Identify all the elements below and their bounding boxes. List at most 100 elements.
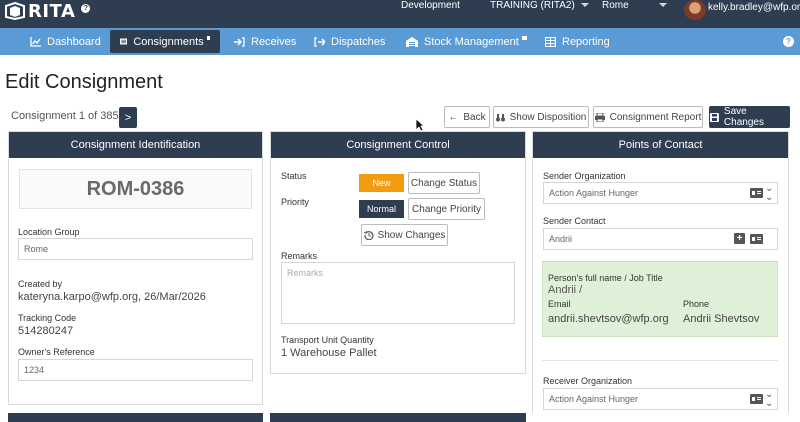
double-chevron-down-icon[interactable]: ⌄ ⌄	[765, 184, 773, 203]
rita-logo[interactable]: RITA ?	[4, 0, 91, 22]
sender-contact-value: Andrii	[549, 234, 573, 244]
receiver-org-value: Action Against Hunger	[549, 394, 639, 404]
page-title: Edit Consignment	[5, 71, 163, 93]
consignment-report-label: Consignment Report	[609, 111, 702, 123]
priority-badge: Normal	[359, 200, 404, 218]
tracking-code-value: 514280247	[18, 325, 74, 337]
contact-card-icon[interactable]	[750, 234, 763, 244]
email-label: Email	[548, 299, 571, 309]
back-button[interactable]: ← Back	[444, 106, 490, 128]
table-icon	[545, 36, 556, 47]
logo-mark-icon	[5, 2, 25, 20]
location-group-label: Location Group	[18, 227, 80, 237]
sender-contact-label: Sender Contact	[543, 216, 606, 226]
nav-reporting[interactable]: Reporting	[535, 30, 620, 53]
lower-panel-header	[270, 413, 526, 422]
help-icon[interactable]: ?	[81, 3, 91, 13]
save-icon	[710, 112, 719, 122]
status-badge: New	[359, 174, 404, 192]
save-changes-button[interactable]: Save Changes	[709, 106, 790, 128]
sender-org-value: Action Against Hunger	[549, 188, 639, 198]
divider	[542, 360, 778, 361]
nav-reporting-label: Reporting	[562, 35, 610, 48]
double-chevron-down-icon[interactable]: ⌄ ⌄	[765, 390, 773, 409]
consignment-report-button[interactable]: Consignment Report	[593, 106, 703, 128]
contact-card-icon[interactable]	[750, 394, 763, 404]
tracking-code-label: Tracking Code	[18, 313, 77, 323]
logo-text: RITA	[28, 0, 76, 22]
lower-panel-header	[8, 413, 263, 422]
nav-consignments[interactable]: Consignments	[110, 30, 220, 53]
remarks-textarea[interactable]: Remarks	[281, 262, 515, 324]
top-bar: RITA ? Development TRAINING (RITA2) Rome…	[0, 0, 800, 28]
change-status-button[interactable]: Change Status	[408, 172, 480, 194]
control-heading: Consignment Control	[271, 132, 525, 158]
training-selector[interactable]: TRAINING (RITA2)	[490, 0, 589, 12]
full-name-label: Person's full name / Job Title	[548, 273, 663, 283]
sender-org-field[interactable]: Action Against Hunger	[543, 182, 778, 204]
receiver-org-label: Receiver Organization	[543, 376, 633, 386]
location-label: Rome	[602, 0, 629, 11]
contact-card-icon[interactable]	[750, 188, 763, 198]
main-nav: Dashboard Consignments Receives Dispatch…	[0, 28, 800, 55]
remarks-label: Remarks	[281, 251, 318, 261]
add-contact-icon[interactable]: +	[734, 233, 745, 244]
print-icon	[594, 112, 605, 122]
arrow-left-icon: ←	[448, 111, 459, 123]
environment-label: Development	[401, 0, 460, 11]
nav-stock-management-label: Stock Management	[424, 35, 519, 48]
status-label: Status	[281, 171, 307, 181]
list-icon	[120, 38, 128, 45]
tuq-label: Transport Unit Quantity	[281, 335, 374, 345]
nav-receives[interactable]: Receives	[224, 30, 306, 53]
chevron-down-icon	[580, 3, 589, 8]
nav-consignments-label: Consignments	[133, 35, 204, 48]
chart-icon	[30, 36, 41, 47]
warehouse-icon	[406, 36, 418, 47]
nav-receives-label: Receives	[251, 35, 297, 48]
location-selector[interactable]: Rome	[602, 0, 667, 12]
priority-label: Priority	[281, 197, 310, 207]
show-changes-button[interactable]: Show Changes	[361, 224, 448, 246]
location-group-field[interactable]: Rome	[18, 238, 253, 260]
identification-heading: Consignment Identification	[9, 132, 262, 158]
new-window-icon	[206, 36, 210, 40]
back-button-label: Back	[463, 111, 486, 123]
owners-reference-label: Owner's Reference	[18, 347, 95, 357]
training-label: TRAINING (RITA2)	[490, 0, 575, 11]
created-by-label: Created by	[18, 279, 63, 289]
show-disposition-button[interactable]: Show Disposition	[493, 106, 589, 128]
tuq-value: 1 Warehouse Pallet	[281, 347, 377, 359]
help-icon[interactable]: ?	[783, 36, 794, 47]
contacts-heading: Points of Contact	[533, 132, 788, 158]
full-name-value: Andrii /	[548, 284, 583, 296]
phone-label: Phone	[683, 299, 710, 309]
show-changes-label: Show Changes	[377, 229, 446, 241]
nav-dispatches[interactable]: Dispatches	[304, 30, 395, 53]
nav-stock-management[interactable]: Stock Management	[396, 30, 537, 53]
sign-in-icon	[234, 36, 245, 47]
nav-dashboard[interactable]: Dashboard	[20, 30, 111, 53]
created-by-value: kateryna.karpo@wfp.org, 26/Mar/2026	[18, 291, 206, 303]
email-value: andrii.shevtsov@wfp.org	[548, 313, 669, 325]
consignment-code: ROM-0386	[19, 169, 252, 209]
nav-dispatches-label: Dispatches	[331, 35, 386, 48]
new-window-icon	[521, 36, 527, 40]
next-consignment-button[interactable]: >	[119, 107, 137, 128]
owners-reference-field[interactable]: 1234	[18, 359, 253, 381]
sender-org-label: Sender Organization	[543, 171, 626, 181]
chevron-down-icon	[658, 3, 667, 8]
consignment-counter: Consignment 1 of 385	[11, 110, 119, 122]
history-icon	[363, 230, 374, 240]
change-priority-button[interactable]: Change Priority	[408, 198, 485, 220]
mouse-cursor-icon	[415, 118, 425, 132]
save-changes-label: Save Changes	[723, 106, 764, 128]
binoculars-icon	[495, 113, 505, 121]
receiver-org-field[interactable]: Action Against Hunger	[543, 388, 778, 410]
user-email[interactable]: kelly.bradley@wfp.org	[708, 2, 800, 13]
phone-value: Andrii Shevtsov	[683, 313, 760, 325]
nav-dashboard-label: Dashboard	[47, 35, 101, 48]
avatar[interactable]	[684, 0, 706, 20]
show-disposition-label: Show Disposition	[509, 111, 587, 123]
sign-out-icon	[314, 36, 325, 47]
